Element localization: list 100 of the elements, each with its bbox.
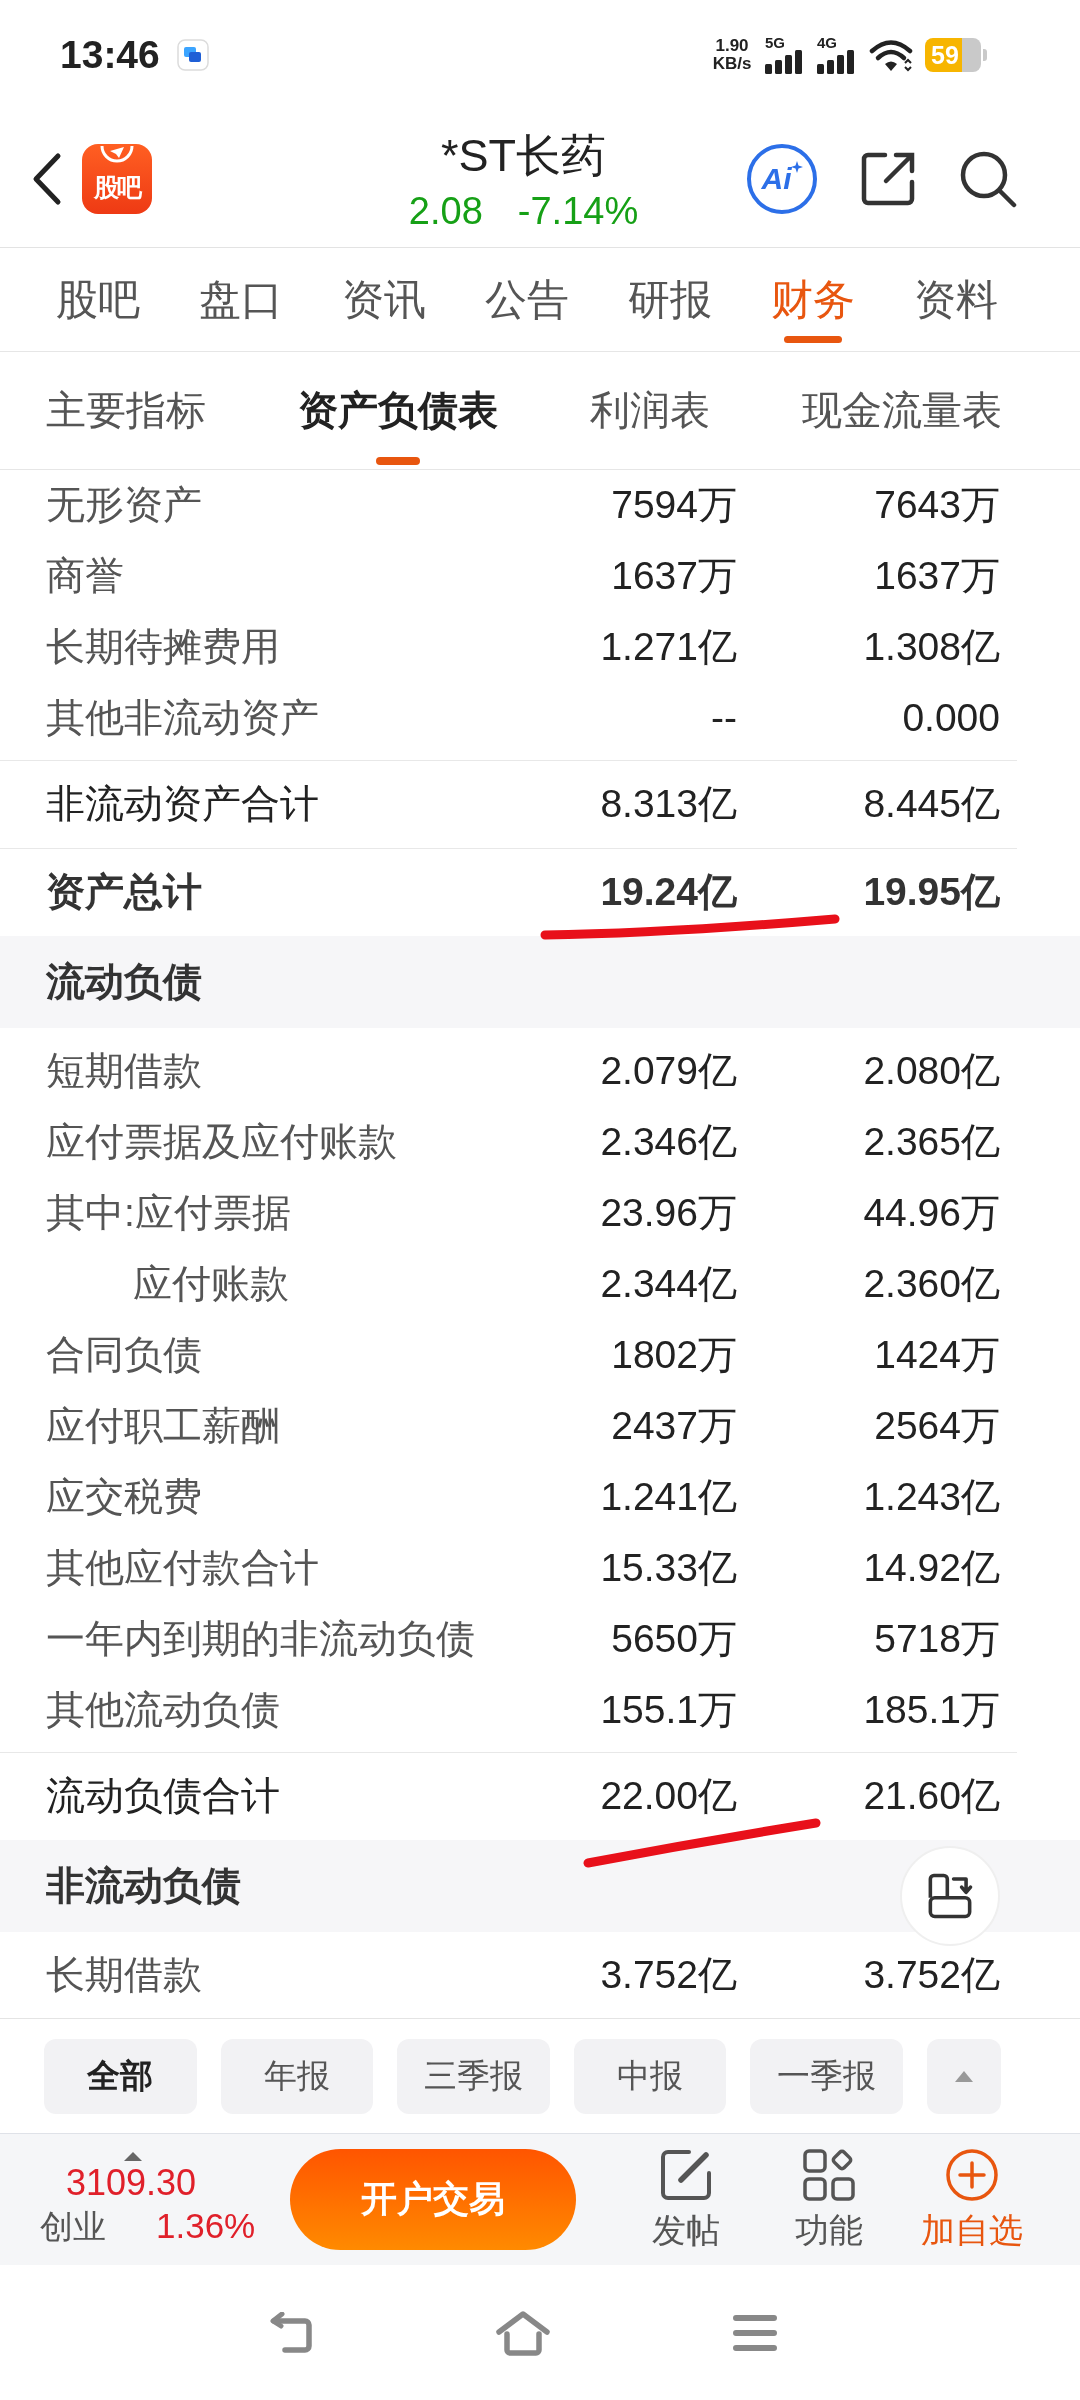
network-type-label: 5G bbox=[765, 36, 785, 50]
value-cell: 2.365亿 bbox=[863, 1119, 1000, 1166]
row-label: 其他流动负债 bbox=[46, 1687, 280, 1734]
value-cell: 1.241亿 bbox=[600, 1474, 737, 1521]
logo-text: 股吧 bbox=[94, 171, 140, 202]
value-cell: 14.92亿 bbox=[863, 1545, 1000, 1592]
row-label: 流动负债合计 bbox=[46, 1773, 280, 1820]
period-filter-button[interactable]: 中报 bbox=[573, 2038, 727, 2114]
wifi-icon bbox=[869, 38, 913, 72]
signal-icon bbox=[765, 50, 803, 74]
value-cell: 1.243亿 bbox=[863, 1474, 1000, 1521]
tab[interactable]: 资料 bbox=[914, 248, 998, 351]
value-cell: 7643万 bbox=[874, 482, 1000, 529]
value-cell: 0.000 bbox=[902, 695, 1000, 742]
value-cell: 1637万 bbox=[874, 553, 1000, 600]
stock-title: *ST长药 bbox=[441, 128, 606, 183]
caret-up-icon bbox=[124, 2152, 142, 2162]
row-label: 合同负债 bbox=[46, 1332, 202, 1379]
value-cell: 8.313亿 bbox=[600, 781, 737, 828]
value-cell: 155.1万 bbox=[600, 1687, 737, 1734]
post-button[interactable]: 发帖 bbox=[614, 2148, 757, 2251]
row-label: 无形资产 bbox=[46, 482, 202, 529]
tab[interactable]: 资讯 bbox=[342, 248, 426, 351]
sub-tab[interactable]: 利润表 bbox=[590, 352, 710, 469]
battery-percent: 59 bbox=[931, 42, 959, 68]
value-cell: 15.33亿 bbox=[600, 1545, 737, 1592]
grid-icon bbox=[801, 2148, 856, 2203]
index-change: 1.36% bbox=[156, 2204, 256, 2247]
value-cell: 23.96万 bbox=[600, 1190, 737, 1237]
row-label: 应交税费 bbox=[46, 1474, 202, 1521]
row-label: 短期借款 bbox=[46, 1048, 202, 1095]
index-value: 3109.30 bbox=[66, 2163, 197, 2203]
section-heading: 非流动负债 bbox=[46, 1862, 241, 1909]
network-type-label: 4G bbox=[817, 36, 837, 50]
row-label: 其他非流动资产 bbox=[46, 695, 319, 742]
value-cell: 2564万 bbox=[874, 1403, 1000, 1450]
value-cell: 19.95亿 bbox=[863, 869, 1000, 916]
edit-icon bbox=[658, 2148, 713, 2203]
section-heading: 流动负债 bbox=[46, 958, 202, 1005]
tab[interactable]: 公告 bbox=[485, 248, 569, 351]
value-cell: 2.346亿 bbox=[600, 1119, 737, 1166]
sub-tab[interactable]: 主要指标 bbox=[46, 352, 206, 469]
value-cell: 2.080亿 bbox=[863, 1048, 1000, 1095]
sub-tab[interactable]: 资产负债表 bbox=[298, 352, 498, 469]
period-filter-button[interactable]: 年报 bbox=[220, 2038, 374, 2114]
value-cell: 2.344亿 bbox=[600, 1261, 737, 1308]
stock-price: 2.08 bbox=[408, 188, 483, 234]
network-speed-value: 1.90 bbox=[715, 37, 749, 55]
value-cell: 1.308亿 bbox=[863, 624, 1000, 671]
tab[interactable]: 研报 bbox=[628, 248, 712, 351]
value-cell: 44.96万 bbox=[863, 1190, 1000, 1237]
app-logo[interactable]: 股吧 bbox=[82, 143, 152, 214]
value-cell: -- bbox=[711, 695, 737, 742]
tab[interactable]: 盘口 bbox=[199, 248, 283, 351]
sub-tab[interactable]: 现金流量表 bbox=[802, 352, 1002, 469]
home-icon[interactable] bbox=[495, 2309, 551, 2356]
value-cell: 5718万 bbox=[874, 1616, 1000, 1663]
row-label: 应付职工薪酬 bbox=[46, 1403, 280, 1450]
plus-circle-icon bbox=[944, 2148, 999, 2203]
status-time: 13:46 bbox=[60, 33, 160, 77]
row-label: 其他应付款合计 bbox=[46, 1545, 319, 1592]
value-cell: 21.60亿 bbox=[863, 1773, 1000, 1820]
value-cell: 2.360亿 bbox=[863, 1261, 1000, 1308]
network-speed-unit: KB/s bbox=[712, 55, 752, 73]
value-cell: 2437万 bbox=[611, 1403, 737, 1450]
tab[interactable]: 财务 bbox=[771, 248, 855, 351]
value-cell: 7594万 bbox=[611, 482, 737, 529]
value-cell: 1802万 bbox=[611, 1332, 737, 1379]
row-label: 商誉 bbox=[46, 553, 124, 600]
row-label: 长期借款 bbox=[46, 1952, 202, 1999]
search-icon[interactable] bbox=[959, 149, 1017, 208]
period-filter-button[interactable]: 一季报 bbox=[750, 2038, 903, 2114]
stock-change: -7.14% bbox=[517, 188, 639, 234]
value-cell: 5650万 bbox=[611, 1616, 737, 1663]
value-cell: 22.00亿 bbox=[600, 1773, 737, 1820]
value-cell: 1637万 bbox=[611, 553, 737, 600]
value-cell: 2.079亿 bbox=[600, 1048, 737, 1095]
tab[interactable]: 股吧 bbox=[56, 248, 140, 351]
row-label: 资产总计 bbox=[46, 869, 202, 916]
value-cell: 19.24亿 bbox=[600, 869, 737, 916]
sparkle-icon bbox=[790, 160, 803, 173]
row-label: 其中:应付票据 bbox=[46, 1190, 291, 1237]
period-filter-button[interactable]: 三季报 bbox=[397, 2038, 550, 2114]
index-name: 创业 bbox=[40, 2206, 106, 2247]
value-cell: 1.271亿 bbox=[600, 624, 737, 671]
value-cell: 1424万 bbox=[874, 1332, 1000, 1379]
row-label: 长期待摊费用 bbox=[46, 624, 280, 671]
menu-icon[interactable] bbox=[733, 2313, 777, 2352]
chat-app-icon bbox=[176, 39, 209, 71]
row-label: 一年内到期的非流动负债 bbox=[46, 1616, 475, 1663]
value-cell: 3.752亿 bbox=[863, 1952, 1000, 1999]
period-filter-button[interactable]: 全部 bbox=[44, 2038, 197, 2114]
value-cell: 8.445亿 bbox=[863, 781, 1000, 828]
ai-button[interactable]: Ai bbox=[747, 143, 817, 214]
signal-icon bbox=[817, 50, 855, 74]
caret-up-icon bbox=[955, 2070, 973, 2082]
functions-button[interactable]: 功能 bbox=[757, 2148, 900, 2251]
value-cell: 185.1万 bbox=[863, 1687, 1000, 1734]
row-label: 应付票据及应付账款 bbox=[46, 1119, 397, 1166]
row-label: 应付账款 bbox=[133, 1261, 289, 1308]
